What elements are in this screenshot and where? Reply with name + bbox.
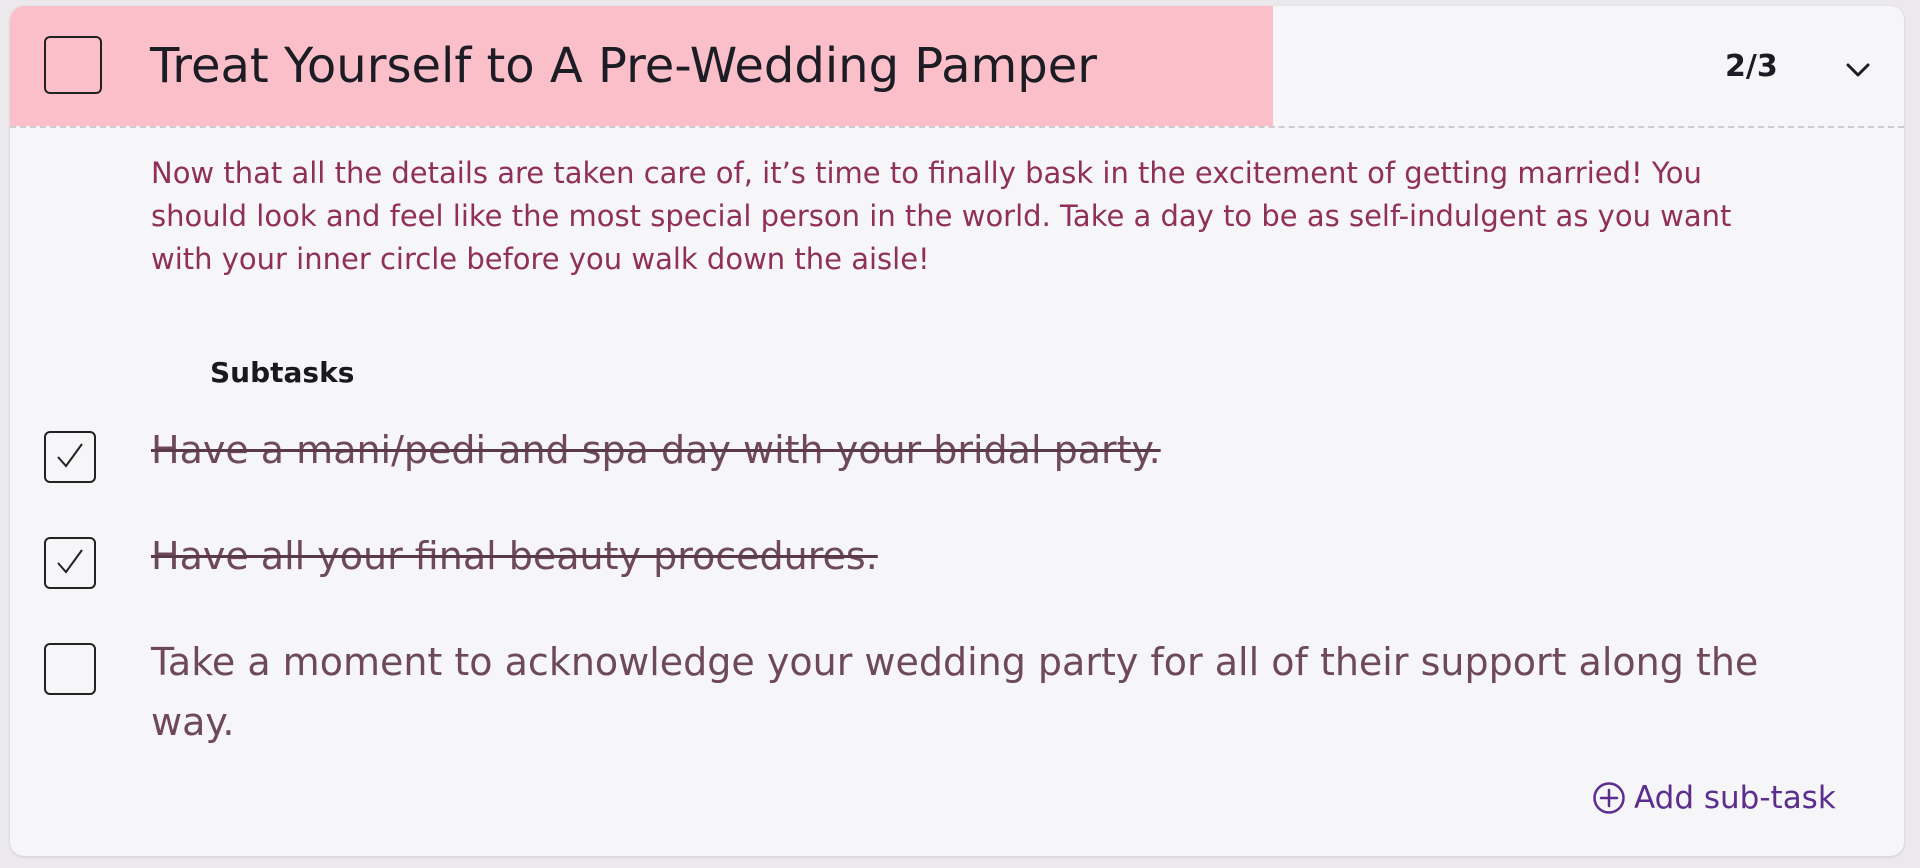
- subtask-checkbox[interactable]: [44, 537, 96, 589]
- subtask-checkbox[interactable]: [44, 643, 96, 695]
- checkmark-icon: [57, 443, 83, 468]
- subtask-label[interactable]: Have all your final beauty procedures.: [151, 526, 1791, 586]
- plus-circle-icon: [1593, 782, 1625, 814]
- checkmark-icon: [57, 549, 83, 574]
- task-checkbox[interactable]: [44, 36, 102, 94]
- task-description: Now that all the details are taken care …: [151, 156, 1732, 276]
- subtask-label[interactable]: Have a mani/pedi and spa day with your b…: [151, 420, 1791, 480]
- task-card: Treat Yourself to A Pre-Wedding Pamper 2…: [10, 6, 1904, 856]
- task-header[interactable]: Treat Yourself to A Pre-Wedding Pamper 2…: [10, 6, 1904, 128]
- subtasks-heading: Subtasks: [210, 356, 355, 389]
- chevron-down-icon[interactable]: [1838, 50, 1878, 90]
- task-title: Treat Yourself to A Pre-Wedding Pamper: [150, 38, 1097, 94]
- subtask-progress-count: 2/3: [1725, 49, 1778, 84]
- subtask-checkbox[interactable]: [44, 431, 96, 483]
- add-subtask-label: Add sub-task: [1634, 780, 1836, 816]
- add-subtask-button[interactable]: Add sub-task: [1592, 780, 1836, 816]
- subtask-label[interactable]: Take a moment to acknowledge your weddin…: [151, 632, 1791, 752]
